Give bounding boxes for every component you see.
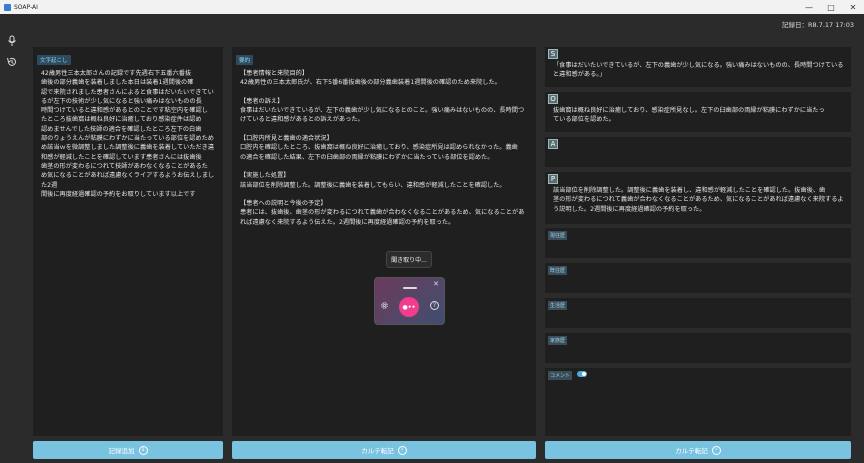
transcript-label: 文字起こし xyxy=(37,55,71,65)
app-icon xyxy=(4,3,11,11)
listening-tooltip: 聞き取り中... xyxy=(386,251,432,268)
comment-box[interactable]: コメント xyxy=(545,368,851,436)
soap-p-letter: P xyxy=(548,174,558,184)
window-title: SOAP-AI xyxy=(14,3,38,11)
drag-handle[interactable] xyxy=(403,287,417,289)
close-icon[interactable]: ✕ xyxy=(433,280,439,288)
transcript-panel: 文字起こし 42歳男性三本太郎さんの記録です先週右下五番六番抜 歯後の部分義歯を… xyxy=(33,47,223,436)
current-history-label: 現往歴 xyxy=(548,231,568,240)
comment-toggle[interactable] xyxy=(577,371,587,377)
soap-p-text: 該当部位を削除調整した。調整後に義歯を装着し、違和感が軽減したことを確認した。抜… xyxy=(553,187,844,213)
soap-o-text: 抜歯窩は概ね良好に治癒しており、感染症所見なし。左下の臼歯部の両縁が粘膜にわずか… xyxy=(553,107,825,124)
listening-tooltip-text: 聞き取り中... xyxy=(391,257,427,264)
chart-transfer-button-1[interactable]: カルテ転記 › xyxy=(232,441,536,459)
help-icon[interactable]: ? xyxy=(430,301,439,310)
top-bar: 記録日：R8.7.17 17:03 xyxy=(0,14,864,34)
arrow-right-icon: › xyxy=(397,445,407,455)
soap-a-letter: A xyxy=(548,139,558,149)
microphone-icon[interactable] xyxy=(6,35,18,47)
maximize-button[interactable]: □ xyxy=(820,0,842,14)
past-history-label: 既往歴 xyxy=(548,266,568,275)
soap-s-text: 「食事はだいたいできているが、左下の義歯が少し気になる。強い痛みはないものの、長… xyxy=(553,62,844,79)
download-icon: ↓ xyxy=(138,445,148,455)
summary-label: 要約 xyxy=(236,55,254,65)
summary-text[interactable]: 【患者情報と来院目的】 42歳男性の三本太郎氏が、右下5番6番抜歯後の部分義歯装… xyxy=(232,66,536,227)
comment-label: コメント xyxy=(548,371,573,380)
soap-o-letter: O xyxy=(548,94,558,104)
gear-icon[interactable] xyxy=(380,301,389,310)
lifestyle-box[interactable]: 生活歴 xyxy=(545,298,851,328)
minimize-button[interactable]: — xyxy=(798,0,820,14)
past-history-box[interactable]: 既往歴 xyxy=(545,263,851,293)
transcript-text[interactable]: 42歳男性三本太郎さんの記録です先週右下五番六番抜 歯後の部分義歯を装着しました… xyxy=(33,66,223,199)
family-history-box[interactable]: 家族歴 xyxy=(545,333,851,363)
chart-transfer-button-2[interactable]: カルテ転記 › xyxy=(545,441,851,459)
soap-s-letter: S xyxy=(548,49,558,59)
recording-icon[interactable]: ●•• xyxy=(399,297,419,317)
soap-s-box[interactable]: S 「食事はだいたいできているが、左下の義歯が少し気になる。強い痛みはないものの… xyxy=(545,47,851,87)
summary-panel: 要約 【患者情報と来院目的】 42歳男性の三本太郎氏が、右下5番6番抜歯後の部分… xyxy=(232,47,536,436)
recording-widget[interactable]: ✕ ●•• ? xyxy=(374,277,445,325)
arrow-right-icon: › xyxy=(711,445,721,455)
add-record-label: 記録追加 xyxy=(108,447,135,455)
title-bar: SOAP-AI — □ ✕ xyxy=(0,0,864,14)
add-record-button[interactable]: 記録追加 ↓ xyxy=(33,441,223,459)
record-date: 記録日：R8.7.17 17:03 xyxy=(782,21,854,29)
lifestyle-label: 生活歴 xyxy=(548,301,568,310)
soap-o-box[interactable]: O 抜歯窩は概ね良好に治癒しており、感染症所見なし。左下の臼歯部の両縁が粘膜にわ… xyxy=(545,92,851,132)
current-history-box[interactable]: 現往歴 xyxy=(545,228,851,258)
chart-transfer-label-2: カルテ転記 xyxy=(675,447,708,455)
close-button[interactable]: ✕ xyxy=(842,0,864,14)
soap-a-box[interactable]: A xyxy=(545,137,851,167)
window-controls: — □ ✕ xyxy=(798,0,864,14)
soap-p-box[interactable]: P 該当部位を削除調整した。調整後に義歯を装着し、違和感が軽減したことを確認した… xyxy=(545,172,851,224)
history-icon[interactable] xyxy=(6,56,18,68)
chart-transfer-label-1: カルテ転記 xyxy=(361,447,394,455)
family-history-label: 家族歴 xyxy=(548,336,568,345)
